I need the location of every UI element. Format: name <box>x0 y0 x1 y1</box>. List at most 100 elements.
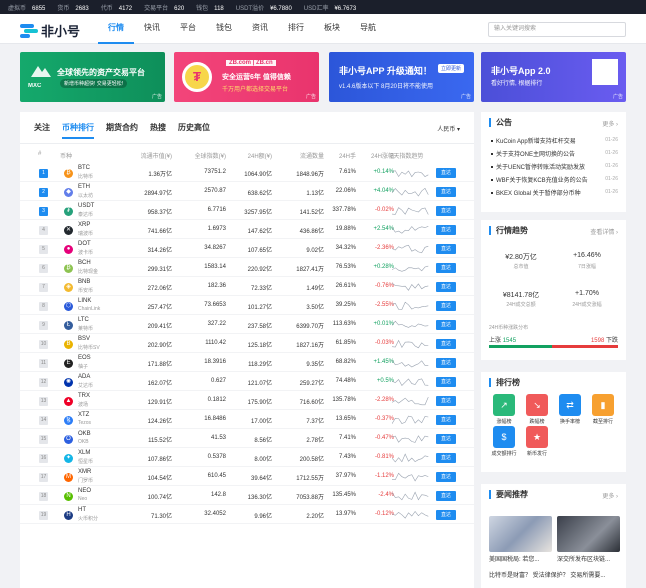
tab-item[interactable]: 历史高位 <box>178 122 210 139</box>
nav-item[interactable]: 快讯 <box>134 14 170 44</box>
go-button[interactable]: 直达 <box>436 472 456 482</box>
ranking-icon[interactable]: ↘ <box>526 394 548 416</box>
coin-symbol[interactable]: XLM <box>78 450 90 456</box>
ranking-label[interactable]: 跌幅榜 <box>520 418 554 425</box>
banner-mxc[interactable]: MXC 全球领先的资产交易平台 新增币种超快! 交易更轻松! 广告 <box>20 52 165 102</box>
ranking-icon[interactable]: ▮ <box>592 394 614 416</box>
go-button[interactable]: 直达 <box>436 282 456 292</box>
column-header[interactable]: 7天指数趋势 <box>390 151 423 160</box>
coin-symbol[interactable]: DOT <box>78 241 91 247</box>
banner-app-update[interactable]: 非小号APP 升级通知！ v1.4.6版本以下 8月20日将不能使用 立即更新 … <box>329 52 474 102</box>
table-row[interactable]: 11 E EOS 柚子 171.88亿 18.3916 118.29亿 9.35亿 68.82%… <box>20 354 474 372</box>
table-row[interactable]: 17 M XMR 门罗币 104.54亿 610.45 39.64亿 1712.55万 37.9… <box>20 468 474 486</box>
nav-item[interactable]: 平台 <box>170 14 206 44</box>
coin-symbol[interactable]: LTC <box>78 317 89 323</box>
go-button[interactable]: 直达 <box>436 396 456 406</box>
table-row[interactable]: 14 ꜩ XTZ Tezos 124.26亿 16.8486 17.00亿 7.37亿 13.6… <box>20 411 474 429</box>
news-image-2[interactable] <box>557 516 620 552</box>
banner-app2[interactable]: 非小号App 2.0 看好行情, 根据排行 广告 <box>481 52 626 102</box>
announcement-item[interactable]: 关于UENC暂停转账活动奖励发放 <box>491 162 603 171</box>
coin-symbol[interactable]: ADA <box>78 374 90 380</box>
news-headline[interactable]: 比特币是财富？ 受法律保护？ 交易所需要... <box>489 570 619 579</box>
table-row[interactable]: 19 H HT 火币积分 71.30亿 32.4052 9.96亿 2.20亿 13.97% -0… <box>20 506 474 524</box>
announcement-item[interactable]: KuCoin App新增支持杠杆交易 <box>491 136 603 145</box>
coin-symbol[interactable]: OKB <box>78 431 91 437</box>
nav-item[interactable]: 钱包 <box>206 14 242 44</box>
table-row[interactable]: 16 ✦ XLM 恒星币 107.86亿 0.5378 8.00亿 200.58亿 7.43% -… <box>20 449 474 467</box>
go-button[interactable]: 直达 <box>436 453 456 463</box>
coin-symbol[interactable]: BCH <box>78 260 91 266</box>
go-button[interactable]: 直达 <box>436 244 456 254</box>
table-row[interactable]: 5 ● DOT 波卡币 314.26亿 34.8267 107.65亿 9.02亿 34.32%… <box>20 240 474 258</box>
ranking-label[interactable]: 新币发行 <box>520 450 554 457</box>
go-button[interactable]: 直达 <box>436 358 456 368</box>
news-image-1[interactable] <box>489 516 552 552</box>
coin-symbol[interactable]: TRX <box>78 393 90 399</box>
ranking-label[interactable]: 截至排行 <box>586 418 620 425</box>
table-row[interactable]: 12 ✺ ADA 艾达币 162.07亿 0.627 121.07亿 259.27亿 74.48… <box>20 373 474 391</box>
tab-item[interactable]: 币种排行 <box>62 122 94 139</box>
news-caption-1[interactable]: 美国国税局: 若您... <box>489 554 553 563</box>
coin-symbol[interactable]: ETH <box>78 184 90 190</box>
coin-symbol[interactable]: BNB <box>78 279 90 285</box>
banner-zb[interactable]: ₮ ZB.com | ZB.cn 安全运营6年 值得信赖 千万用户都选择交易平台… <box>174 52 319 102</box>
coin-symbol[interactable]: HT <box>78 507 86 513</box>
table-row[interactable]: 1 ₿ BTC 比特币 1.36万亿 73751.2 1064.90亿 1848.96万 7.6… <box>20 164 474 182</box>
go-button[interactable]: 直达 <box>436 301 456 311</box>
currency-select[interactable]: 人民币 ▾ <box>437 124 460 133</box>
go-button[interactable]: 直达 <box>436 320 456 330</box>
market-detail-link[interactable]: 查看详情 › <box>590 227 618 236</box>
announcement-more-link[interactable]: 更多 › <box>602 119 618 128</box>
column-header[interactable]: 24H涨幅 <box>334 151 394 160</box>
column-header[interactable]: 币种 <box>60 151 72 160</box>
coin-symbol[interactable]: NEO <box>78 488 91 494</box>
update-button[interactable]: 立即更新 <box>437 64 464 73</box>
table-row[interactable]: 9 Ł LTC 莱特币 209.41亿 327.22 237.58亿 6399.70万 113.… <box>20 316 474 334</box>
table-row[interactable]: 6 ₿ BCH 比特现金 299.31亿 1583.14 220.92亿 1827.41万 76… <box>20 259 474 277</box>
ranking-icon[interactable]: ⇄ <box>559 394 581 416</box>
table-row[interactable]: 8 ⬡ LINK ChainLink 257.47亿 73.6653 101.27亿 3.50… <box>20 297 474 315</box>
ranking-icon[interactable]: $ <box>493 426 515 448</box>
table-row[interactable]: 4 ✕ XRP 瑞波币 741.66亿 1.6973 147.62亿 436.86亿 19.88… <box>20 221 474 239</box>
announcement-item[interactable]: BKEX Global 关于暂停部分币种 <box>491 188 603 197</box>
go-button[interactable]: 直达 <box>436 263 456 273</box>
go-button[interactable]: 直达 <box>436 168 456 178</box>
table-row[interactable]: 3 ₮ USDT 泰达币 958.37亿 6.7716 3257.95亿 141.52亿 337… <box>20 202 474 220</box>
announcement-item[interactable]: WBF关于恢复KCB充值业务的公告 <box>491 175 603 184</box>
coin-symbol[interactable]: LINK <box>78 298 91 304</box>
coin-symbol[interactable]: XRP <box>78 222 90 228</box>
coin-symbol[interactable]: XMR <box>78 469 91 475</box>
ranking-icon[interactable]: ★ <box>526 426 548 448</box>
go-button[interactable]: 直达 <box>436 491 456 501</box>
go-button[interactable]: 直达 <box>436 339 456 349</box>
table-row[interactable]: 18 N NEO Neo 100.74亿 142.8 136.30亿 7053.88万 135.… <box>20 487 474 505</box>
nav-item[interactable]: 导航 <box>350 14 386 44</box>
go-button[interactable]: 直达 <box>436 225 456 235</box>
table-row[interactable]: 7 ◈ BNB 币安币 272.06亿 182.36 72.33亿 1.49亿 26.61% -0… <box>20 278 474 296</box>
search-input[interactable]: 输入关键词搜索 <box>488 22 626 37</box>
go-button[interactable]: 直达 <box>436 206 456 216</box>
column-header[interactable]: # <box>38 151 41 157</box>
tab-item[interactable]: 期货合约 <box>106 122 138 139</box>
coin-symbol[interactable]: BSV <box>78 336 90 342</box>
go-button[interactable]: 直达 <box>436 377 456 387</box>
column-header[interactable]: 24H额(¥) <box>212 151 272 160</box>
go-button[interactable]: 直达 <box>436 415 456 425</box>
nav-item[interactable]: 板块 <box>314 14 350 44</box>
tab-item[interactable]: 关注 <box>34 122 50 139</box>
news-more-link[interactable]: 更多 › <box>602 491 618 500</box>
table-row[interactable]: 13 ▲ TRX 波场 129.91亿 0.1812 175.90亿 716.60亿 135.7… <box>20 392 474 410</box>
nav-item[interactable]: 行情 <box>98 14 134 44</box>
tab-item[interactable]: 热搜 <box>150 122 166 139</box>
table-row[interactable]: 2 ◆ ETH 以太坊 2894.97亿 2570.87 638.62亿 1.13亿 22.06… <box>20 183 474 201</box>
table-row[interactable]: 10 B BSV 比特币SV 202.90亿 1110.42 125.18亿 1827.16万… <box>20 335 474 353</box>
go-button[interactable]: 直达 <box>436 510 456 520</box>
go-button[interactable]: 直达 <box>436 434 456 444</box>
go-button[interactable]: 直达 <box>436 187 456 197</box>
news-caption-2[interactable]: 深交所发布区块链... <box>557 554 621 563</box>
coin-symbol[interactable]: XTZ <box>78 412 89 418</box>
ranking-label[interactable]: 换手率榜 <box>553 418 587 425</box>
nav-item[interactable]: 排行 <box>278 14 314 44</box>
coin-symbol[interactable]: BTC <box>78 165 90 171</box>
table-row[interactable]: 15 O OKB OKB 115.52亿 41.53 8.56亿 2.78亿 7.41% -0.4… <box>20 430 474 448</box>
